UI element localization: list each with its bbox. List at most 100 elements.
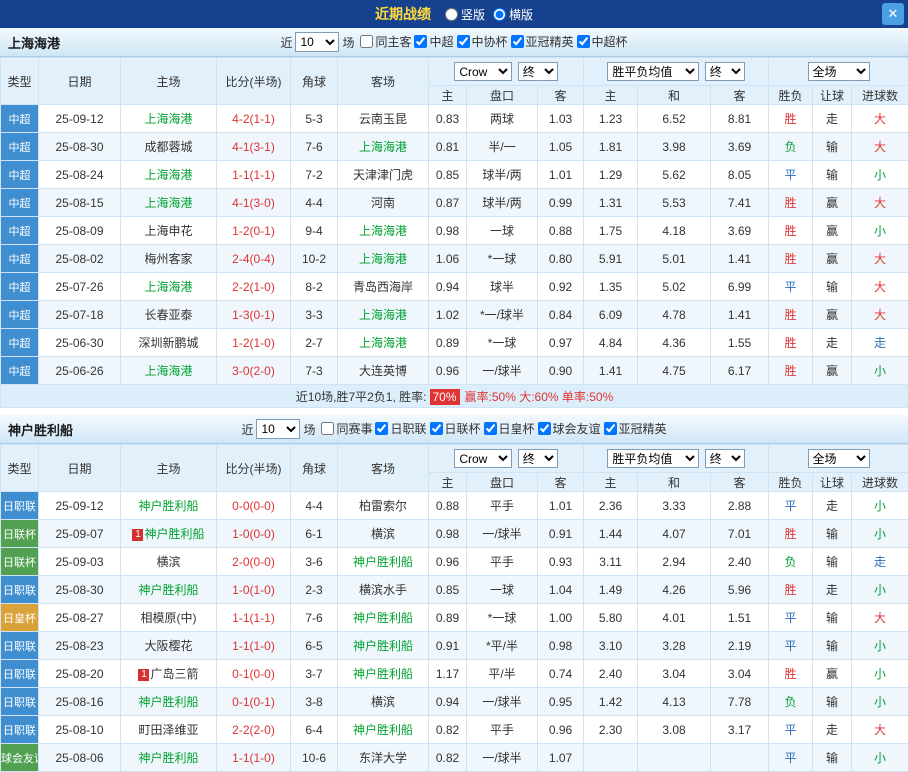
handicap-odds-home: 0.98 [429, 520, 467, 548]
handicap-line: 两球 [467, 105, 538, 133]
competition-checkbox[interactable] [484, 422, 497, 435]
result-wdl: 胜 [769, 245, 813, 273]
handicap-odds-home: 0.98 [429, 217, 467, 245]
odds-win: 3.11 [584, 548, 638, 576]
bookmaker-select[interactable]: Crow [454, 449, 512, 468]
match-date: 25-08-30 [39, 133, 121, 161]
opponent-team-name: 广岛三箭 [150, 667, 198, 681]
competition-checkbox[interactable] [538, 422, 551, 435]
handicap-odds-away: 0.92 [538, 273, 584, 301]
self-team-name: 神户胜利船 [353, 555, 413, 569]
result-goals: 小 [852, 688, 908, 716]
odds-average-select[interactable]: 胜平负均值 [607, 449, 699, 468]
competition-checkbox[interactable] [430, 422, 443, 435]
match-count-select[interactable]: 10 [295, 32, 339, 52]
match-date: 25-06-30 [39, 329, 121, 357]
home-team: 神户胜利船 [121, 688, 217, 716]
competition-filter[interactable]: 中超 [414, 33, 453, 50]
odds-average-select[interactable]: 胜平负均值 [607, 62, 699, 81]
competition-checkbox[interactable] [321, 422, 334, 435]
summary-stats: 赢率:50% 大:60% 单率:50% [465, 390, 614, 404]
handicap-line: 半/一 [467, 133, 538, 161]
layout-option-horizontal[interactable]: 横版 [493, 6, 533, 23]
corner-score: 2-7 [291, 329, 338, 357]
competition-filter[interactable]: 球会友谊 [538, 420, 601, 437]
handicap-final-select[interactable]: 终 [518, 62, 558, 81]
odds-win: 5.80 [584, 604, 638, 632]
euro-final-select[interactable]: 终 [705, 62, 745, 81]
match-type: 日联杯 [1, 520, 39, 548]
competition-filter[interactable]: 亚冠精英 [604, 420, 667, 437]
odds-lose: 6.17 [711, 357, 769, 385]
result-handicap: 输 [813, 133, 852, 161]
odds-win: 1.35 [584, 273, 638, 301]
col-odds-home: 主 [429, 473, 467, 492]
result-wdl: 平 [769, 744, 813, 772]
result-goals: 大 [852, 716, 908, 744]
page-title: 近期战绩 [375, 4, 431, 24]
horizontal-layout-radio[interactable] [493, 8, 506, 21]
competition-checkbox[interactable] [511, 35, 524, 48]
col-lose: 客 [711, 473, 769, 492]
match-date: 25-08-23 [39, 632, 121, 660]
close-button[interactable]: ✕ [882, 3, 904, 25]
competition-checkbox[interactable] [457, 35, 470, 48]
away-team: 横滨 [338, 520, 429, 548]
competition-filter[interactable]: 日联杯 [430, 420, 481, 437]
handicap-odds-home: 0.82 [429, 744, 467, 772]
bookmaker-select[interactable]: Crow [454, 62, 512, 81]
handicap-line: 一/球半 [467, 357, 538, 385]
scope-select[interactable]: 全场 [808, 62, 870, 81]
result-handicap: 输 [813, 632, 852, 660]
match-type: 中超 [1, 189, 39, 217]
scope-select[interactable]: 全场 [808, 449, 870, 468]
result-wdl: 平 [769, 273, 813, 301]
competition-checkbox[interactable] [360, 35, 373, 48]
match-date: 25-08-30 [39, 576, 121, 604]
match-date: 25-08-20 [39, 660, 121, 688]
euro-final-select[interactable]: 终 [705, 449, 745, 468]
result-goals: 小 [852, 744, 908, 772]
result-wdl: 平 [769, 492, 813, 520]
odds-draw: 5.53 [638, 189, 711, 217]
competition-filter[interactable]: 亚冠精英 [511, 33, 574, 50]
result-group: 全场 [769, 58, 908, 86]
competition-filter[interactable]: 日职联 [375, 420, 426, 437]
odds-win: 1.44 [584, 520, 638, 548]
col-score: 比分(半场) [217, 58, 291, 105]
match-score: 3-0(2-0) [217, 357, 291, 385]
competition-checkbox[interactable] [604, 422, 617, 435]
opponent-team-name: 大阪樱花 [144, 639, 192, 653]
corner-score: 7-2 [291, 161, 338, 189]
self-team-name: 上海海港 [144, 364, 192, 378]
competition-filter[interactable]: 日皇杯 [484, 420, 535, 437]
match-type: 日职联 [1, 716, 39, 744]
matches-table: 类型 日期 主场 比分(半场) 角球 客场 Crow 终 胜平负均值 终 全场 [0, 444, 908, 772]
odds-lose: 3.04 [711, 660, 769, 688]
match-score: 1-1(1-0) [217, 744, 291, 772]
competition-filter[interactable]: 中超杯 [577, 33, 628, 50]
horizontal-layout-label: 横版 [509, 6, 533, 23]
competition-checkbox[interactable] [414, 35, 427, 48]
euro-odds-group: 胜平负均值 终 [584, 445, 769, 473]
competition-checkbox[interactable] [577, 35, 590, 48]
competition-filter[interactable]: 同主客 [360, 33, 411, 50]
match-score: 2-2(1-0) [217, 273, 291, 301]
match-row: 中超25-09-12上海海港4-2(1-1)5-3云南玉昆0.83两球1.031… [1, 105, 908, 133]
odds-draw: 2.94 [638, 548, 711, 576]
match-count-select[interactable]: 10 [256, 419, 300, 439]
competition-filter[interactable]: 同赛事 [321, 420, 372, 437]
handicap-odds-home: 0.85 [429, 161, 467, 189]
layout-option-vertical[interactable]: 竖版 [445, 6, 485, 23]
away-team: 大连英博 [338, 357, 429, 385]
corner-score: 6-1 [291, 520, 338, 548]
match-type: 中超 [1, 105, 39, 133]
col-away: 客场 [338, 58, 429, 105]
vertical-layout-radio[interactable] [445, 8, 458, 21]
competition-filter[interactable]: 中协杯 [457, 33, 508, 50]
competition-checkbox[interactable] [375, 422, 388, 435]
red-card-badge: 1 [138, 669, 149, 681]
match-type: 球会友谊 [1, 744, 39, 772]
handicap-final-select[interactable]: 终 [518, 449, 558, 468]
result-goals: 大 [852, 105, 908, 133]
